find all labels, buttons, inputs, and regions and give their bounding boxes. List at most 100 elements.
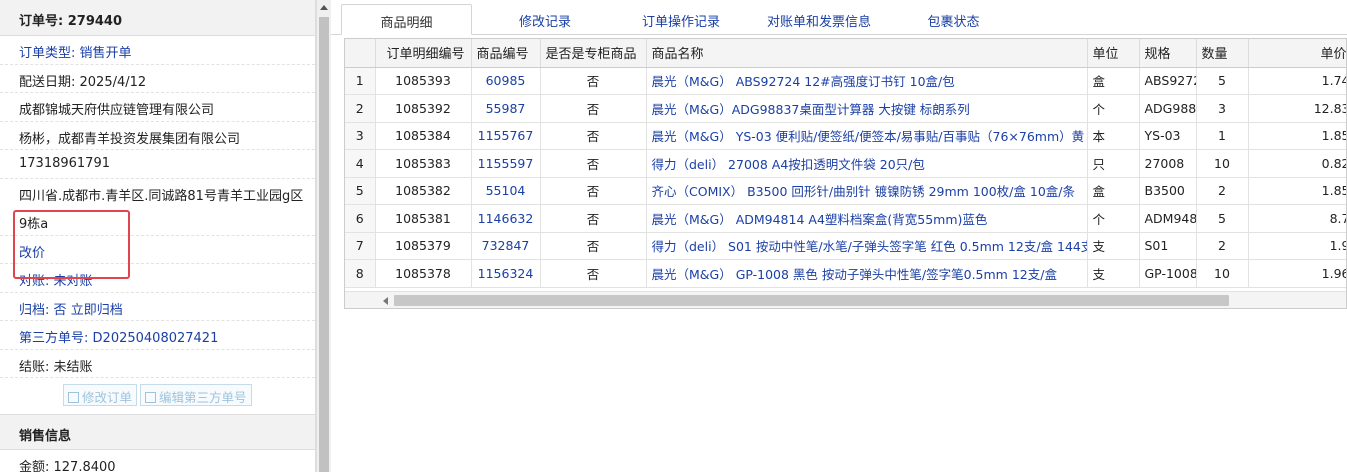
table-row[interactable]: 7 1085379 732847 否得力（deli） S01 按动中性笔/水笔/子弹头… xyxy=(345,232,1346,260)
col-header-qty[interactable]: 数量 xyxy=(1196,39,1249,68)
detail-id-cell: 1085384 xyxy=(375,122,472,150)
col-header-unit[interactable]: 单位 xyxy=(1087,39,1140,68)
table-row[interactable]: 3 1085384 1155767 否晨光（M&G） YS-03 便利贴/便签纸/便签… xyxy=(345,122,1346,150)
unit-cell: 个 xyxy=(1087,94,1140,123)
detail-id-cell: 1085378 xyxy=(375,259,472,288)
edit-order-button[interactable]: 修改订单 xyxy=(63,384,138,406)
scroll-left-icon[interactable] xyxy=(383,297,388,305)
product-id-cell[interactable]: 55987 xyxy=(471,94,541,123)
settle-status: 结账: 未结账 xyxy=(0,350,315,378)
customer-name: 杨彬，成都青羊投资发展集团有限公司 xyxy=(0,122,315,150)
spec-cell: YS-03 xyxy=(1139,122,1197,150)
row-number-cell: 7 xyxy=(345,232,376,260)
quantity-cell: 2 xyxy=(1196,232,1249,260)
table-row[interactable]: 5 1085382 55104 否齐心（COMIX） B3500 回形针/曲别针 镀镍… xyxy=(345,177,1346,205)
edit-third-party-button[interactable]: 编辑第三方单号 xyxy=(140,384,252,406)
reconcile-label: 对账: xyxy=(19,274,50,289)
spec-cell: ABS92724 xyxy=(1139,67,1197,95)
counter-flag-cell: 否 xyxy=(540,149,647,178)
quantity-cell: 5 xyxy=(1196,67,1249,95)
order-type-value: 销售开单 xyxy=(79,46,132,61)
table-row[interactable]: 2 1085392 55987 否晨光（M&G）ADG98837桌面型计算器 大按键 … xyxy=(345,94,1346,123)
product-id-cell[interactable]: 55104 xyxy=(471,177,541,205)
product-name-cell[interactable]: 齐心（COMIX） B3500 回形针/曲别针 镀镍防锈 29mm 100枚/盒… xyxy=(646,177,1088,205)
col-header-product-id[interactable]: 商品编号 xyxy=(471,39,541,68)
supplier-company: 成都锦城天府供应链管理有限公司 xyxy=(0,93,315,122)
product-name-cell[interactable]: 晨光（M&G）ADG98837桌面型计算器 大按键 标朗系列 xyxy=(646,94,1088,123)
table-header-row: 订单明细编号 商品编号 是否是专柜商品 商品名称 单位 规格 数量 单价 xyxy=(345,39,1346,68)
table-row[interactable]: 8 1085378 1156324 否晨光（M&G） GP-1008 黑色 按动子弹头… xyxy=(345,259,1346,288)
detail-id-cell: 1085392 xyxy=(375,94,472,123)
spec-cell: 27008 xyxy=(1139,149,1197,178)
table-row[interactable]: 4 1085383 1155597 否得力（deli） 27008 A4按扣透明文件袋… xyxy=(345,149,1346,178)
unit-cell: 支 xyxy=(1087,232,1140,260)
product-name-cell[interactable]: 得力（deli） S01 按动中性笔/水笔/子弹头签字笔 红色 0.5mm 12… xyxy=(646,232,1088,260)
table-scrollbar-thumb[interactable] xyxy=(394,295,1229,306)
row-number-cell: 5 xyxy=(345,177,376,205)
col-header-detail-id[interactable]: 订单明细编号 xyxy=(375,39,472,68)
change-price-link[interactable]: 改价 xyxy=(0,236,315,264)
col-header-product-name[interactable]: 商品名称 xyxy=(646,39,1088,68)
unit-cell: 本 xyxy=(1087,122,1140,150)
counter-flag-cell: 否 xyxy=(540,232,647,260)
tab-operation-log[interactable]: 订单操作记录 xyxy=(626,4,736,35)
tab-product-details[interactable]: 商品明细 xyxy=(341,4,472,35)
reconcile-row: 对账: 未对账 xyxy=(0,264,315,293)
col-header-price[interactable]: 单价 xyxy=(1248,39,1346,68)
product-id-cell[interactable]: 60985 xyxy=(471,67,541,95)
product-name-cell[interactable]: 晨光（M&G） GP-1008 黑色 按动子弹头中性笔/签字笔0.5mm 12支… xyxy=(646,259,1088,288)
left-panel-scrollbar[interactable] xyxy=(316,0,331,472)
detail-id-cell: 1085381 xyxy=(375,204,472,233)
scroll-up-icon[interactable] xyxy=(320,5,328,10)
detail-content: 商品明细 修改记录 订单操作记录 对账单和发票信息 包裹状态 订单明细编号 商品… xyxy=(331,0,1347,472)
product-name-cell[interactable]: 晨光（M&G） ADM94814 A4塑料档案盒(背宽55mm)蓝色 xyxy=(646,204,1088,233)
quantity-cell: 10 xyxy=(1196,259,1249,288)
order-number-value: 279440 xyxy=(67,14,123,29)
product-table: 订单明细编号 商品编号 是否是专柜商品 商品名称 单位 规格 数量 单价 1 10… xyxy=(344,38,1347,309)
col-header-counter[interactable]: 是否是专柜商品 xyxy=(540,39,647,68)
quantity-cell: 10 xyxy=(1196,149,1249,178)
archive-now-link[interactable]: 立即归档 xyxy=(71,303,123,318)
quantity-cell: 3 xyxy=(1196,94,1249,123)
product-id-cell[interactable]: 1146632 xyxy=(471,204,541,233)
product-id-cell[interactable]: 1155597 xyxy=(471,149,541,178)
table-row[interactable]: 1 1085393 60985 否晨光（M&G） ABS92724 12#高强度订书钉… xyxy=(345,67,1346,95)
archive-row: 归档: 否 立即归档 xyxy=(0,293,315,321)
unit-price-cell: 1.85 xyxy=(1248,122,1346,150)
product-id-cell[interactable]: 1155767 xyxy=(471,122,541,150)
counter-flag-cell: 否 xyxy=(540,67,647,95)
counter-flag-cell: 否 xyxy=(540,177,647,205)
order-type-label: 订单类型: xyxy=(19,46,76,61)
unit-price-cell: 1.85 xyxy=(1248,177,1346,205)
col-header-spec[interactable]: 规格 xyxy=(1139,39,1197,68)
table-row[interactable]: 6 1085381 1146632 否晨光（M&G） ADM94814 A4塑料档案盒… xyxy=(345,204,1346,233)
table-horizontal-scrollbar[interactable] xyxy=(345,291,1346,308)
product-name-cell[interactable]: 晨光（M&G） ABS92724 12#高强度订书钉 10盒/包 xyxy=(646,67,1088,95)
counter-flag-cell: 否 xyxy=(540,94,647,123)
sales-amount: 金额: 127.8400 xyxy=(0,450,315,472)
product-id-cell[interactable]: 1156324 xyxy=(471,259,541,288)
unit-cell: 只 xyxy=(1087,149,1140,178)
row-number-cell: 4 xyxy=(345,149,376,178)
unit-cell: 支 xyxy=(1087,259,1140,288)
quantity-cell: 5 xyxy=(1196,204,1249,233)
tab-package-status[interactable]: 包裹状态 xyxy=(916,4,991,35)
third-party-value: D20250408027421 xyxy=(92,331,219,346)
detail-tabs: 商品明细 修改记录 订单操作记录 对账单和发票信息 包裹状态 xyxy=(331,0,1347,35)
counter-flag-cell: 否 xyxy=(540,122,647,150)
counter-flag-cell: 否 xyxy=(540,204,647,233)
product-name-cell[interactable]: 晨光（M&G） YS-03 便利贴/便签纸/便签本/易事贴/百事贴（76×76m… xyxy=(646,122,1088,150)
tab-change-log[interactable]: 修改记录 xyxy=(501,4,589,35)
archive-label: 归档: xyxy=(19,302,50,318)
unit-price-cell: 8.7 xyxy=(1248,204,1346,233)
address-line-1: 四川省.成都市.青羊区.同诚路81号青羊工业园g区 xyxy=(19,188,304,204)
spec-cell: S01 xyxy=(1139,232,1197,260)
detail-id-cell: 1085393 xyxy=(375,67,472,95)
row-number-cell: 8 xyxy=(345,259,376,288)
product-name-cell[interactable]: 得力（deli） 27008 A4按扣透明文件袋 20只/包 xyxy=(646,149,1088,178)
unit-price-cell: 12.83 xyxy=(1248,94,1346,123)
archive-value: 否 xyxy=(53,302,67,318)
product-id-cell[interactable]: 732847 xyxy=(471,232,541,260)
scrollbar-thumb[interactable] xyxy=(319,17,329,472)
tab-invoice-info[interactable]: 对账单和发票信息 xyxy=(759,4,879,35)
